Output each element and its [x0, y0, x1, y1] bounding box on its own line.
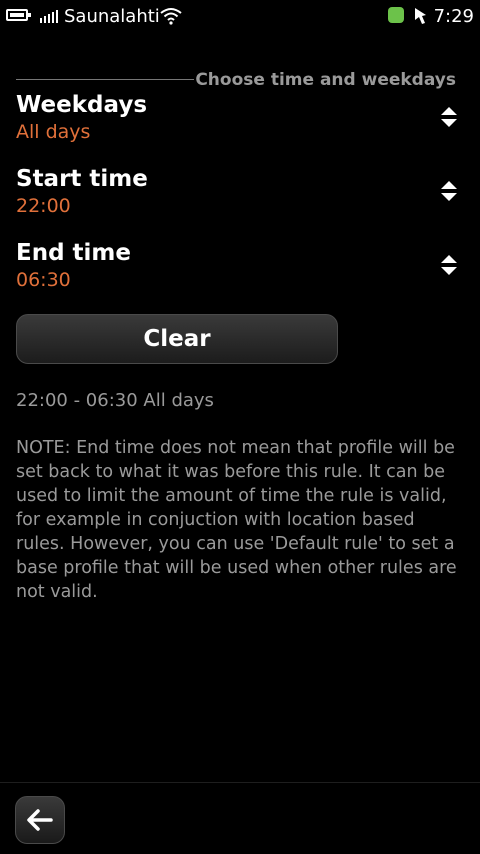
up-down-arrows-icon [441, 107, 457, 127]
battery-icon [6, 9, 31, 21]
setting-value: All days [16, 121, 91, 143]
up-down-arrows-icon [441, 255, 457, 275]
setting-label: Start time [16, 166, 148, 192]
profile-icon [415, 8, 426, 24]
back-arrow-icon [27, 809, 53, 831]
status-bar: Saunalahti 7:29 [0, 0, 480, 34]
operator-name: Saunalahti [64, 6, 160, 27]
wifi-icon [160, 8, 182, 25]
clock: 7:29 [433, 6, 474, 27]
green-status-icon [388, 7, 404, 23]
up-down-arrows-icon [441, 181, 457, 201]
setting-value: 06:30 [16, 269, 71, 291]
setting-end-time[interactable]: End time 06:30 [16, 238, 464, 296]
clear-button[interactable]: Clear [16, 314, 338, 364]
setting-label: Weekdays [16, 92, 148, 118]
setting-weekdays[interactable]: Weekdays All days [16, 90, 464, 148]
rule-summary: 22:00 - 06:30 All days [16, 390, 214, 411]
note-text: NOTE: End time does not mean that profil… [16, 438, 457, 602]
page-title: Choose time and weekdays [195, 70, 456, 90]
header-divider [16, 79, 194, 80]
back-button[interactable] [15, 796, 65, 844]
setting-value: 22:00 [16, 195, 71, 217]
setting-start-time[interactable]: Start time 22:00 [16, 164, 464, 222]
bottom-toolbar [0, 782, 480, 854]
setting-label: End time [16, 240, 131, 266]
signal-icon [40, 10, 58, 23]
